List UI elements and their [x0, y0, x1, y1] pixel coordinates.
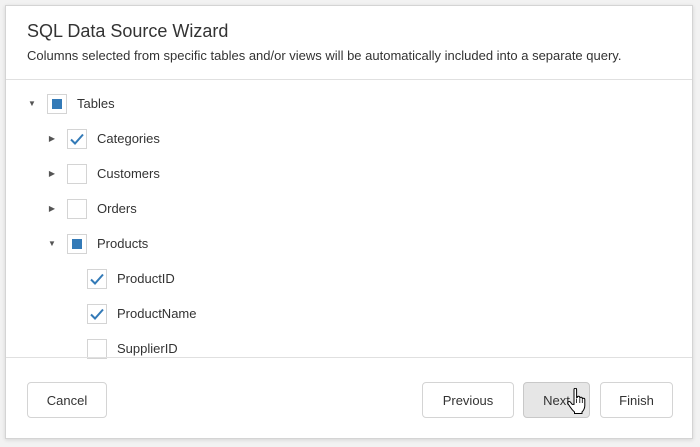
expand-right-icon[interactable]: ▶: [47, 134, 57, 144]
wizard-footer: Cancel Previous Next Finish: [6, 357, 692, 438]
tree-node-productid: ProductID: [6, 268, 306, 290]
tree-node-label: Orders: [97, 201, 137, 216]
tree-node-label: Products: [97, 236, 149, 251]
productname-checkbox[interactable]: [87, 304, 107, 324]
categories-checkbox[interactable]: [67, 129, 87, 149]
tree-node-orders: ▶ Orders: [6, 198, 306, 220]
cancel-button[interactable]: Cancel: [27, 382, 107, 418]
expand-right-icon[interactable]: ▶: [47, 204, 57, 214]
tree-node-label: ProductName: [117, 306, 197, 321]
wizard-header: SQL Data Source Wizard Columns selected …: [6, 6, 692, 80]
tree-node-label: Tables: [77, 96, 115, 111]
previous-button[interactable]: Previous: [422, 382, 514, 418]
tables-tree: ▼ Tables ▶ Categories ▶ Customers ▶ Orde…: [6, 80, 692, 359]
tree-node-products: ▼ Products: [6, 233, 306, 255]
checkmark-icon: [70, 133, 84, 145]
customers-checkbox[interactable]: [67, 164, 87, 184]
tree-node-supplierid: SupplierID: [6, 338, 306, 359]
expand-down-icon[interactable]: ▼: [27, 99, 37, 109]
wizard-subtitle: Columns selected from specific tables an…: [27, 48, 622, 63]
tree-node-productname: ProductName: [6, 303, 306, 325]
tree-node-label: Customers: [97, 166, 160, 181]
tree-node-label: Categories: [97, 131, 160, 146]
finish-button[interactable]: Finish: [600, 382, 673, 418]
checkmark-icon: [90, 273, 104, 285]
tree-node-categories: ▶ Categories: [6, 128, 306, 150]
tree-node-label: ProductID: [117, 271, 175, 286]
expand-right-icon[interactable]: ▶: [47, 169, 57, 179]
supplierid-checkbox[interactable]: [87, 339, 107, 359]
products-checkbox[interactable]: [67, 234, 87, 254]
checkmark-icon: [90, 308, 104, 320]
wizard-title: SQL Data Source Wizard: [27, 21, 229, 41]
productid-checkbox[interactable]: [87, 269, 107, 289]
tree-node-customers: ▶ Customers: [6, 163, 306, 185]
orders-checkbox[interactable]: [67, 199, 87, 219]
expand-down-icon[interactable]: ▼: [47, 239, 57, 249]
tree-node-tables: ▼ Tables: [6, 93, 306, 115]
hand-pointer-icon: [567, 388, 586, 414]
tables-checkbox[interactable]: [47, 94, 67, 114]
tree-node-label: SupplierID: [117, 341, 178, 356]
sql-data-source-wizard-dialog: SQL Data Source Wizard Columns selected …: [5, 5, 693, 439]
